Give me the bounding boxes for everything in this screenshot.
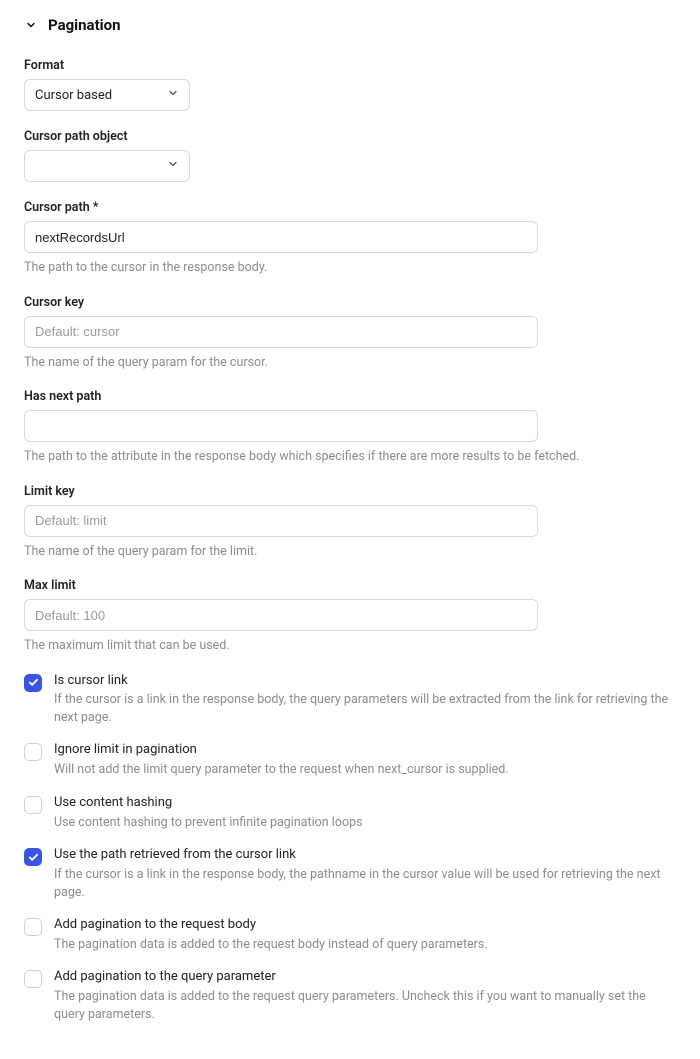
cursor-path-object-select[interactable] — [24, 150, 190, 182]
field-cursor-path-object: Cursor path object — [24, 129, 676, 182]
content-hashing-help: Use content hashing to prevent infinite … — [54, 814, 363, 832]
cursor-path-help: The path to the cursor in the response b… — [24, 259, 676, 277]
pagination-query-label: Add pagination to the query parameter — [54, 969, 676, 986]
chevron-down-icon — [167, 87, 179, 103]
pagination-query-texts: Add pagination to the query parameter Th… — [54, 969, 676, 1023]
limit-key-input[interactable] — [35, 513, 527, 528]
check-content-hashing: Use content hashing Use content hashing … — [24, 795, 676, 831]
field-max-limit: Max limit The maximum limit that can be … — [24, 578, 676, 655]
use-path-from-cursor-help: If the cursor is a link in the response … — [54, 866, 676, 901]
field-format: Format Cursor based — [24, 58, 676, 111]
pagination-body-help: The pagination data is added to the requ… — [54, 936, 488, 954]
check-pagination-body: Add pagination to the request body The p… — [24, 917, 676, 953]
section-title: Pagination — [48, 16, 121, 34]
use-path-from-cursor-checkbox[interactable] — [24, 848, 42, 866]
cursor-path-input-wrap — [24, 221, 538, 253]
field-cursor-key: Cursor key The name of the query param f… — [24, 295, 676, 372]
chevron-down-icon[interactable] — [24, 18, 38, 32]
content-hashing-label: Use content hashing — [54, 795, 363, 812]
is-cursor-link-help: If the cursor is a link in the response … — [54, 691, 676, 726]
limit-key-help: The name of the query param for the limi… — [24, 543, 676, 561]
pagination-body-texts: Add pagination to the request body The p… — [54, 917, 488, 953]
has-next-path-input-wrap — [24, 410, 538, 442]
format-select[interactable]: Cursor based — [24, 79, 190, 111]
has-next-path-help: The path to the attribute in the respons… — [24, 448, 676, 466]
max-limit-input-wrap — [24, 599, 538, 631]
has-next-path-label: Has next path — [24, 389, 676, 404]
is-cursor-link-texts: Is cursor link If the cursor is a link i… — [54, 673, 676, 727]
cursor-key-input-wrap — [24, 316, 538, 348]
section-header: Pagination — [24, 16, 676, 34]
content-hashing-texts: Use content hashing Use content hashing … — [54, 795, 363, 831]
field-cursor-path: Cursor path * The path to the cursor in … — [24, 200, 676, 277]
check-use-path-from-cursor: Use the path retrieved from the cursor l… — [24, 847, 676, 901]
field-has-next-path: Has next path The path to the attribute … — [24, 389, 676, 466]
limit-key-label: Limit key — [24, 484, 676, 499]
content-hashing-checkbox[interactable] — [24, 796, 42, 814]
has-next-path-input[interactable] — [35, 419, 527, 434]
cursor-path-object-label: Cursor path object — [24, 129, 676, 144]
cursor-path-label: Cursor path * — [24, 200, 676, 215]
max-limit-help: The maximum limit that can be used. — [24, 637, 676, 655]
cursor-key-input[interactable] — [35, 324, 527, 339]
use-path-from-cursor-texts: Use the path retrieved from the cursor l… — [54, 847, 676, 901]
max-limit-input[interactable] — [35, 608, 527, 623]
cursor-key-help: The name of the query param for the curs… — [24, 354, 676, 372]
pagination-body-checkbox[interactable] — [24, 918, 42, 936]
pagination-query-help: The pagination data is added to the requ… — [54, 988, 676, 1023]
is-cursor-link-checkbox[interactable] — [24, 674, 42, 692]
format-label: Format — [24, 58, 676, 73]
cursor-path-input[interactable] — [35, 230, 527, 245]
chevron-down-icon — [167, 158, 179, 174]
field-limit-key: Limit key The name of the query param fo… — [24, 484, 676, 561]
ignore-limit-label: Ignore limit in pagination — [54, 742, 509, 759]
check-pagination-query: Add pagination to the query parameter Th… — [24, 969, 676, 1023]
ignore-limit-help: Will not add the limit query parameter t… — [54, 761, 509, 779]
check-ignore-limit: Ignore limit in pagination Will not add … — [24, 742, 676, 778]
cursor-key-label: Cursor key — [24, 295, 676, 310]
pagination-body-label: Add pagination to the request body — [54, 917, 488, 934]
ignore-limit-checkbox[interactable] — [24, 743, 42, 761]
format-select-value: Cursor based — [35, 88, 167, 103]
is-cursor-link-label: Is cursor link — [54, 673, 676, 690]
max-limit-label: Max limit — [24, 578, 676, 593]
check-is-cursor-link: Is cursor link If the cursor is a link i… — [24, 673, 676, 727]
ignore-limit-texts: Ignore limit in pagination Will not add … — [54, 742, 509, 778]
limit-key-input-wrap — [24, 505, 538, 537]
pagination-query-checkbox[interactable] — [24, 970, 42, 988]
